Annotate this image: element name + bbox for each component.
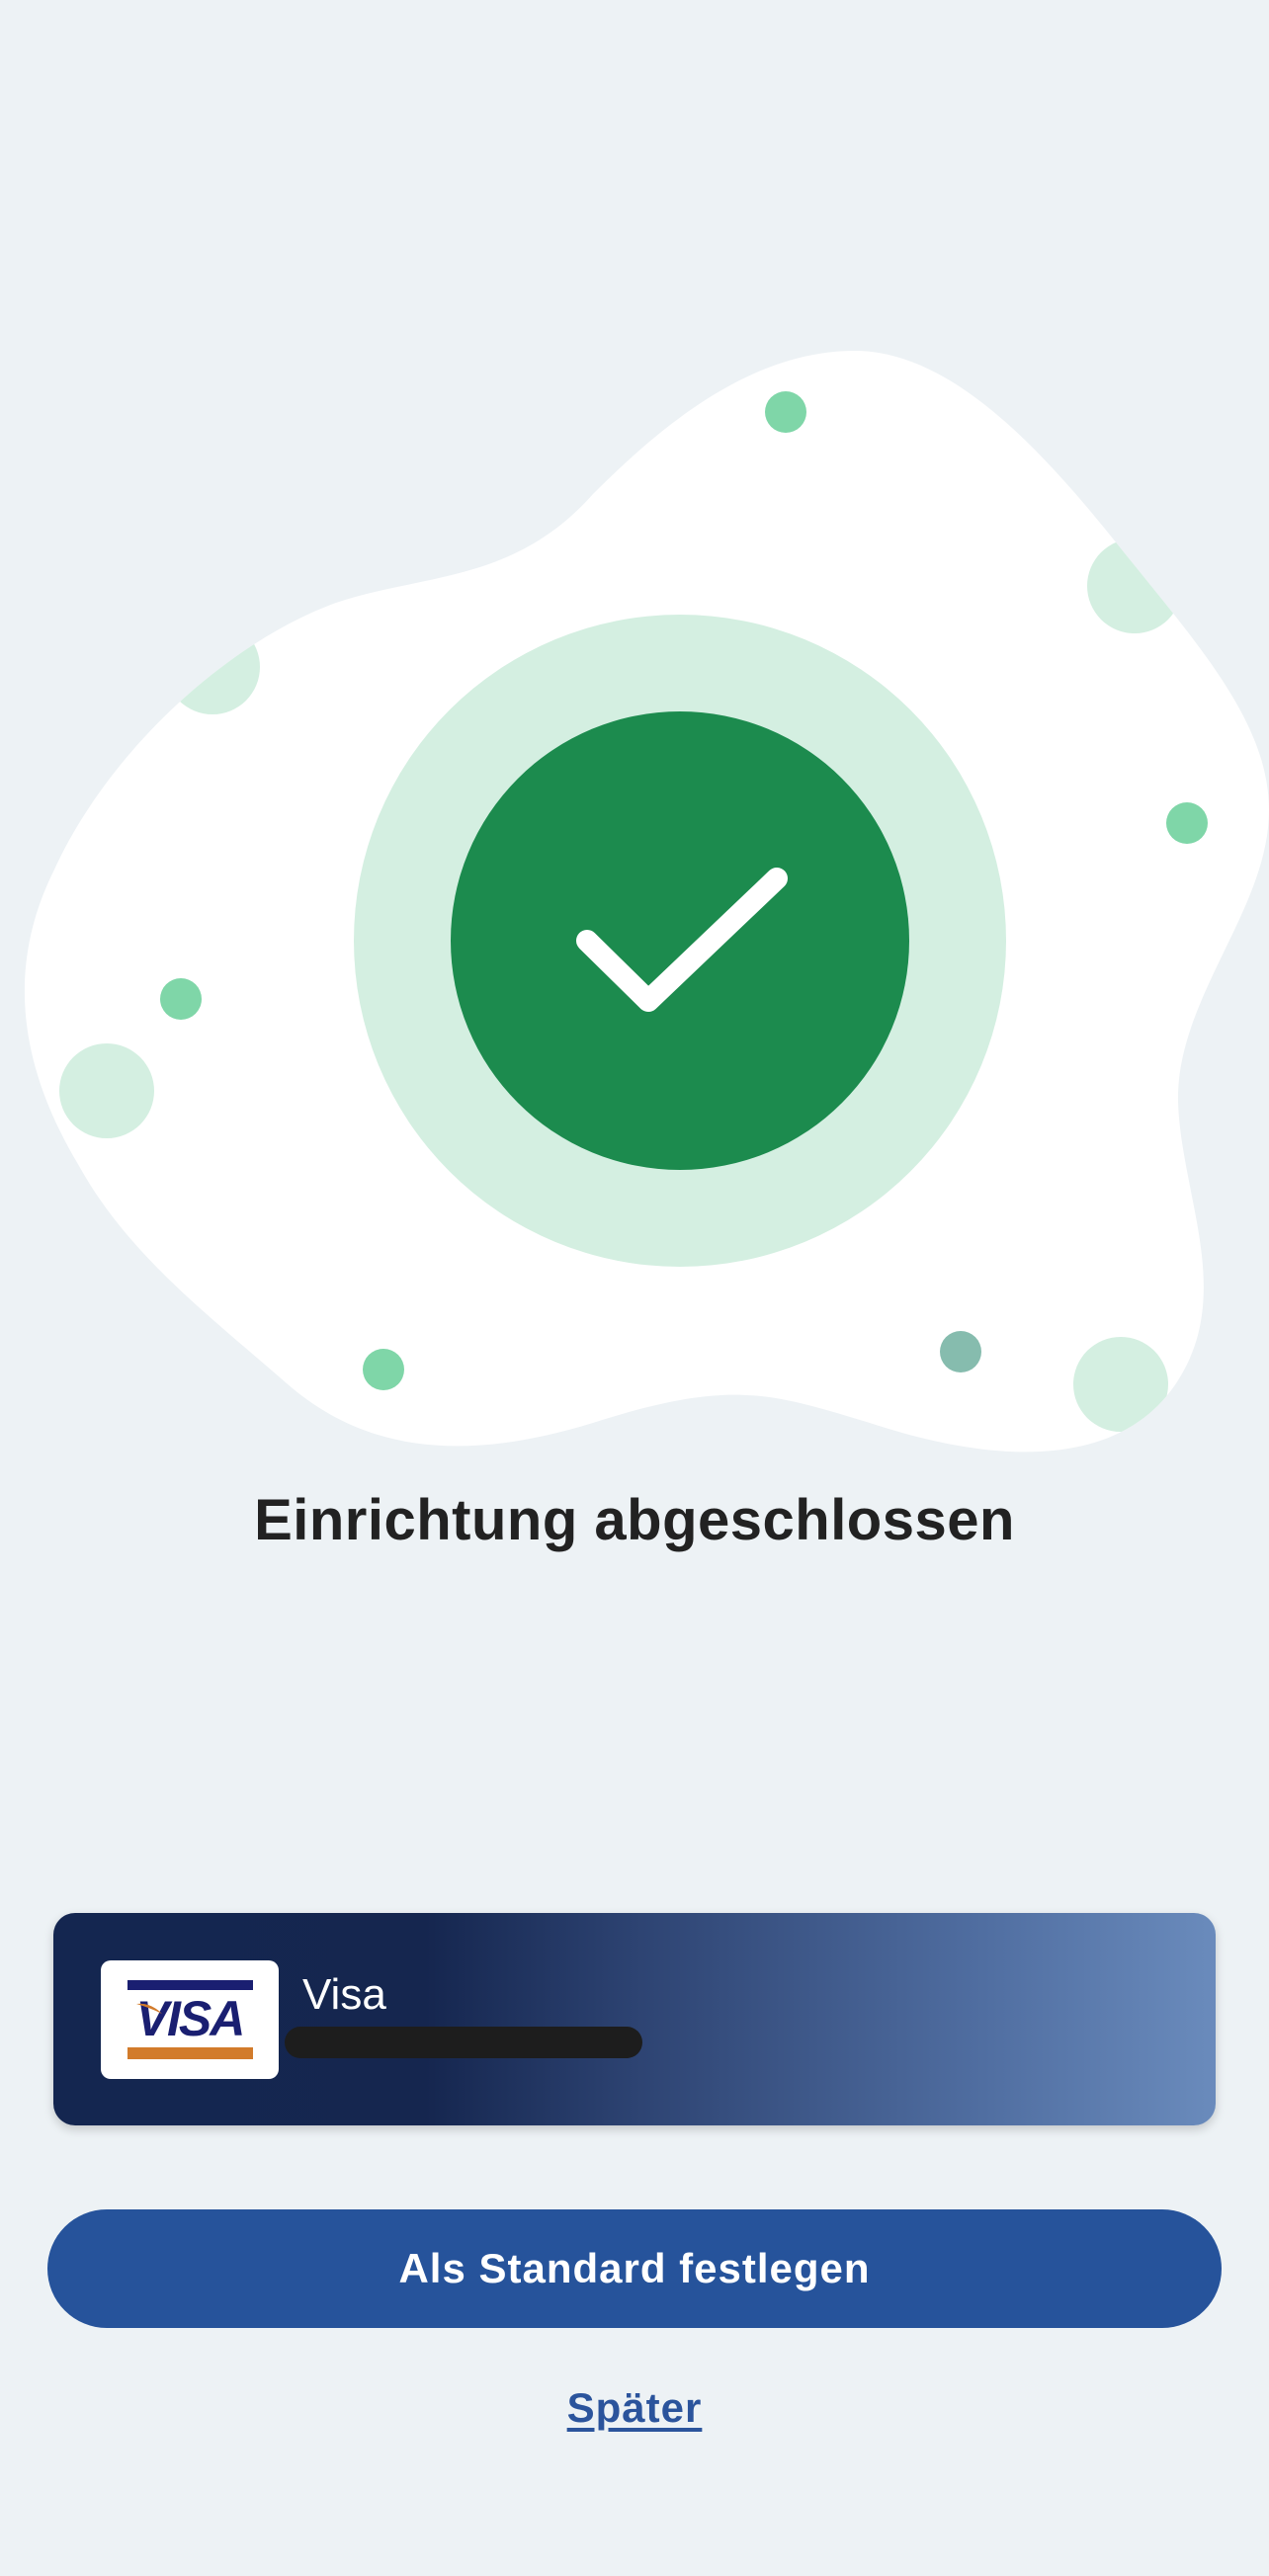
success-illustration	[24, 351, 1269, 1453]
visa-logo-text: VISA	[135, 1991, 246, 2046]
success-circle	[451, 711, 909, 1170]
visa-logo-bottom-bar	[127, 2047, 253, 2059]
visa-swoosh-icon	[136, 2003, 162, 2014]
payment-card: VISA Visa 400075xxxxxx1019	[53, 1913, 1216, 2125]
page-title: Einrichtung abgeschlossen	[254, 1488, 1015, 1552]
visa-logo-icon: VISA	[101, 1960, 279, 2079]
later-link[interactable]: Später	[567, 2384, 703, 2431]
set-default-button[interactable]: Als Standard festlegen	[47, 2209, 1222, 2328]
later-link-container: Später	[0, 2384, 1269, 2432]
visa-logo-top-bar	[127, 1980, 253, 1990]
card-name: Visa	[302, 1970, 386, 2019]
card-number-redaction	[285, 2027, 642, 2058]
